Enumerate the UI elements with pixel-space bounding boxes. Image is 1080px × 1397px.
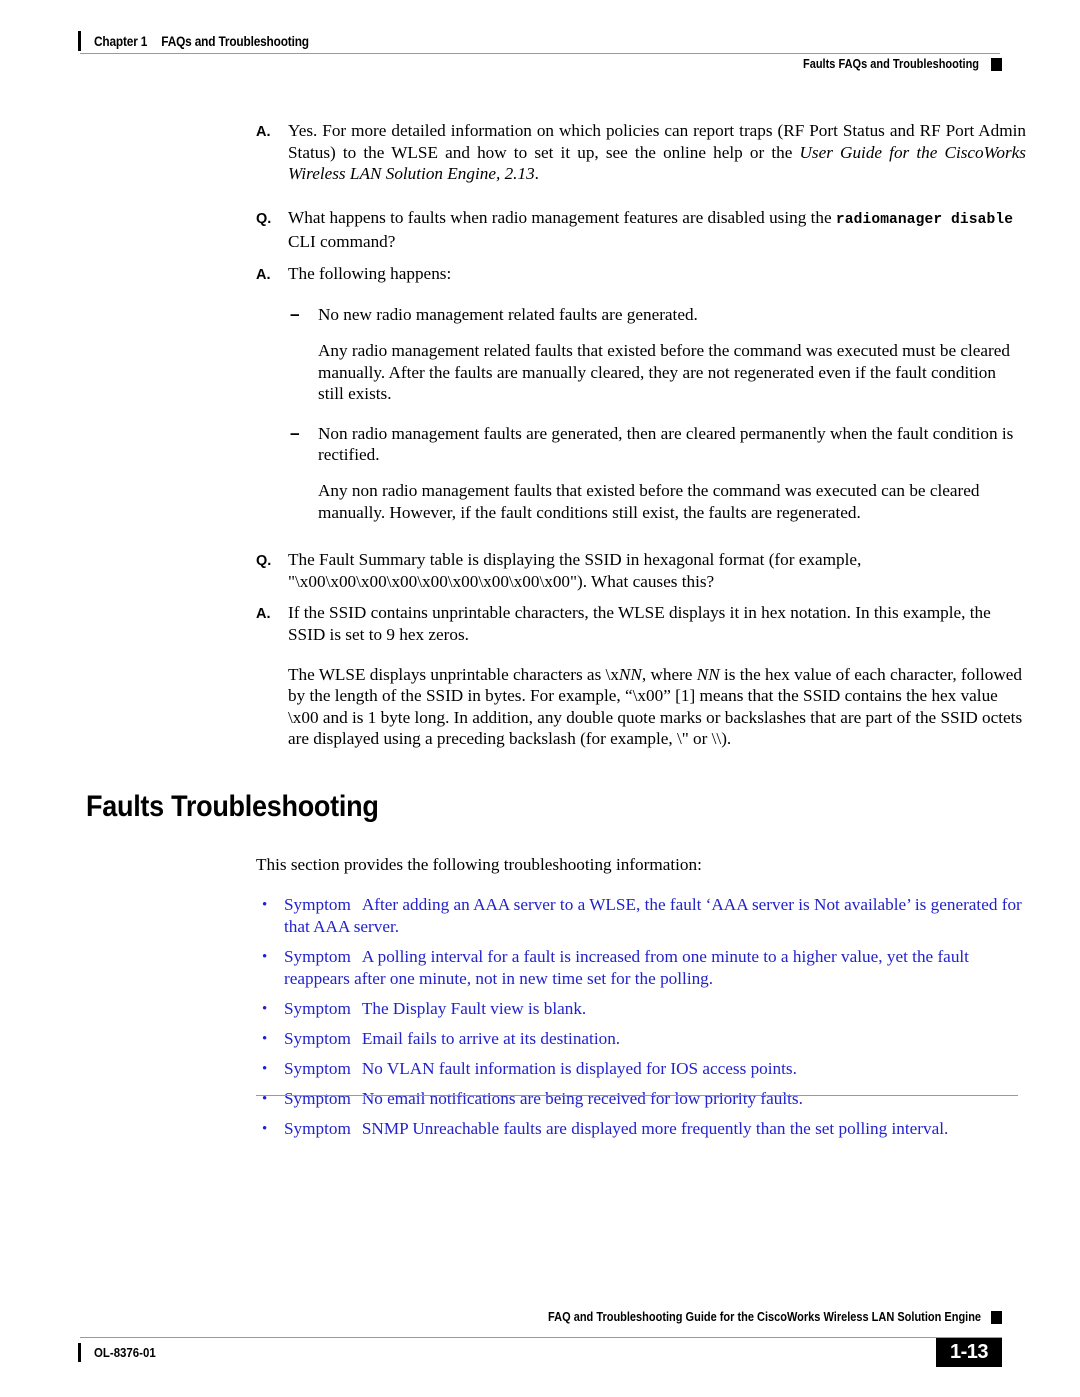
dash-followup-paragraph: Any radio management related faults that… — [318, 341, 1010, 404]
qa-question-text: The Fault Summary table is displaying th… — [288, 550, 862, 591]
bullet-glyph-icon: • — [262, 1120, 268, 1137]
hex-para-part2: , where — [641, 664, 697, 684]
header-chapter-number: Chapter 1 — [94, 33, 148, 49]
symptom-link[interactable]: Symptom No email notifications are being … — [284, 1088, 1026, 1110]
list-item[interactable]: • Symptom No email notifications are bein… — [258, 1088, 1026, 1110]
dash-marker: – — [290, 422, 300, 443]
symptom-link[interactable]: Symptom SNMP Unreachable faults are displ… — [284, 1118, 1026, 1140]
hex-para-italic-nn-1: NN — [618, 664, 642, 684]
footer-book-title: FAQ and Troubleshooting Guide for the Ci… — [547, 1310, 981, 1324]
dash-item-text: Non radio management faults are generate… — [318, 423, 1014, 465]
header-chapter-label: Chapter 1 FAQs and Troubleshooting — [94, 34, 309, 49]
footer-rule — [80, 1337, 1002, 1338]
footer-title-group: FAQ and Troubleshooting Guide for the Ci… — [489, 1310, 1002, 1324]
list-item[interactable]: • Symptom No VLAN fault information is di… — [258, 1058, 1026, 1080]
section-heading: Faults Troubleshooting — [86, 789, 379, 823]
dash-item-text: No new radio management related faults a… — [318, 305, 698, 325]
symptom-link[interactable]: Symptom A polling interval for a fault is… — [284, 946, 1026, 990]
footer-left-tick-mark — [78, 1342, 81, 1362]
hex-para-italic-nn-2: NN — [696, 664, 720, 684]
cli-command-code: radiomanager disable — [835, 211, 1014, 228]
symptom-link[interactable]: Symptom After adding an AAA server to a W… — [284, 894, 1026, 938]
footer-page-number: 1-13 — [935, 1338, 1002, 1367]
symptom-text: The Display Fault view is blank. — [361, 998, 587, 1018]
header-chapter-title: FAQs and Troubleshooting — [161, 33, 309, 49]
header-rule — [80, 53, 1000, 54]
header-left-group: Chapter 1 FAQs and Troubleshooting — [78, 31, 338, 51]
symptom-label: Symptom — [284, 1088, 351, 1108]
qa-marker: A. — [256, 266, 271, 283]
qa-block-answer-1: A. Yes. For more detailed information on… — [256, 120, 1026, 185]
symptom-text: Email fails to arrive at its destination… — [361, 1028, 621, 1048]
symptom-link[interactable]: Symptom No VLAN fault information is disp… — [284, 1058, 1026, 1080]
symptom-label: Symptom — [284, 1028, 351, 1048]
qa-block-question-1: Q. What happens to faults when radio man… — [256, 207, 1026, 253]
qa-block-answer-3: A. If the SSID contains unprintable char… — [256, 602, 1026, 645]
question-text-part1: What happens to faults when radio manage… — [288, 207, 836, 227]
dash-list-item: – No new radio management related faults… — [290, 304, 1026, 326]
symptom-text: SNMP Unreachable faults are displayed mo… — [361, 1118, 949, 1138]
symptom-link-list: • Symptom After adding an AAA server to a… — [0, 894, 1080, 1140]
page-header: Chapter 1 FAQs and Troubleshooting Faults… — [0, 0, 1080, 86]
symptom-link[interactable]: Symptom The Display Fault view is blank. — [284, 998, 1026, 1020]
footer-square-marker-icon — [991, 1310, 1002, 1324]
answer-text-part2: . — [534, 164, 539, 184]
list-item[interactable]: • Symptom Email fails to arrive at its de… — [258, 1028, 1026, 1050]
qa-question-text: What happens to faults when radio manage… — [288, 207, 1026, 253]
page-footer: FAQ and Troubleshooting Guide for the Ci… — [0, 1300, 1080, 1390]
dash-marker: – — [290, 304, 300, 325]
qa-marker: A. — [256, 124, 271, 140]
content-bottom-rule — [256, 1095, 1018, 1096]
qa-block-answer-2: A. The following happens: — [256, 263, 1026, 287]
symptom-text: No VLAN fault information is displayed f… — [361, 1058, 797, 1078]
footer-left-group: OL-8376-01 — [78, 1341, 164, 1363]
qa-answer-text: If the SSID contains unprintable charact… — [288, 603, 991, 644]
qa-marker: Q. — [256, 210, 272, 227]
qa-block-question-2: Q. The Fault Summary table is displaying… — [256, 549, 1026, 592]
list-item[interactable]: • Symptom A polling interval for a fault … — [258, 946, 1026, 990]
bullet-glyph-icon: • — [262, 896, 268, 913]
hex-para-part1: The WLSE displays unprintable characters… — [288, 664, 619, 684]
bullet-glyph-icon: • — [262, 1060, 268, 1077]
header-right-group: Faults FAQs and Troubleshooting — [779, 55, 1002, 73]
symptom-label: Symptom — [284, 1118, 351, 1138]
symptom-text: A polling interval for a fault is increa… — [284, 946, 969, 988]
header-square-marker-icon — [991, 57, 1002, 71]
question-text-part2: CLI command? — [288, 232, 396, 252]
bullet-glyph-icon: • — [262, 1000, 268, 1017]
qa-marker: A. — [256, 606, 271, 623]
list-item[interactable]: • Symptom SNMP Unreachable faults are dis… — [258, 1118, 1026, 1140]
qa-marker: Q. — [256, 553, 272, 570]
symptom-label: Symptom — [284, 894, 351, 914]
symptom-label: Symptom — [284, 1058, 351, 1078]
symptom-label: Symptom — [284, 946, 351, 966]
list-item[interactable]: • Symptom After adding an AAA server to a… — [258, 894, 1026, 938]
footer-document-id: OL-8376-01 — [94, 1344, 156, 1360]
symptom-link[interactable]: Symptom Email fails to arrive at its dest… — [284, 1028, 1026, 1050]
header-left-tick-mark — [78, 31, 81, 51]
hex-notation-paragraph: The WLSE displays unprintable characters… — [288, 664, 1026, 750]
header-running-head: Faults FAQs and Troubleshooting — [802, 57, 979, 71]
qa-answer-text: The following happens: — [288, 263, 452, 283]
bullet-glyph-icon: • — [262, 948, 268, 965]
bullet-glyph-icon: • — [262, 1030, 268, 1047]
bullet-glyph-icon: • — [262, 1090, 268, 1107]
symptom-text: After adding an AAA server to a WLSE, th… — [284, 894, 1022, 936]
section-intro-paragraph: This section provides the following trou… — [256, 854, 702, 874]
qa-answer-text: Yes. For more detailed information on wh… — [288, 120, 1026, 185]
symptom-text: No email notifications are being receive… — [361, 1088, 803, 1108]
list-item[interactable]: • Symptom The Display Fault view is blank… — [258, 998, 1026, 1020]
page-content: A. Yes. For more detailed information on… — [0, 120, 1080, 1148]
dash-followup-paragraph: Any non radio management faults that exi… — [318, 481, 980, 522]
symptom-label: Symptom — [284, 998, 351, 1018]
dash-list-item: – Non radio management faults are genera… — [290, 423, 1026, 466]
